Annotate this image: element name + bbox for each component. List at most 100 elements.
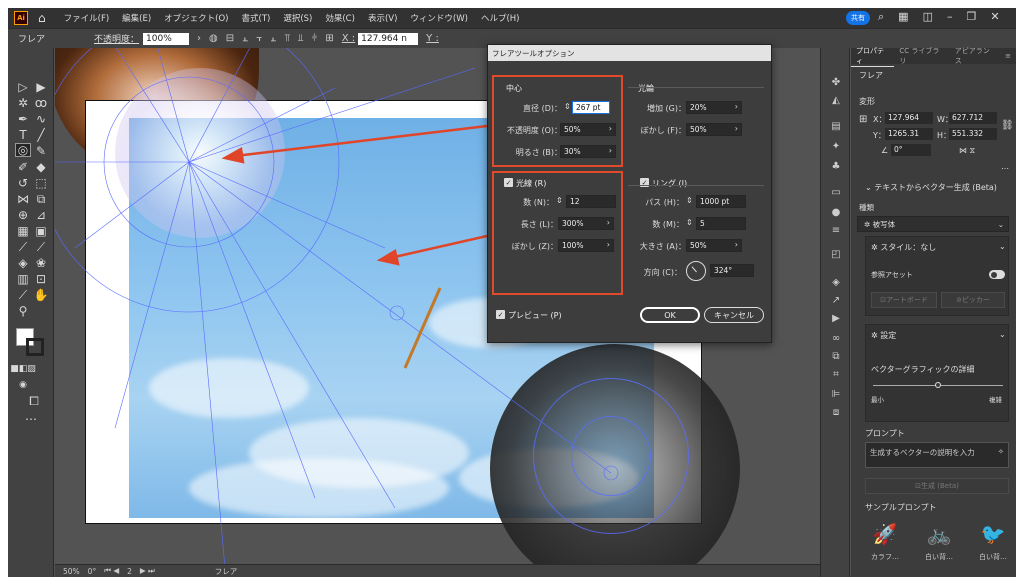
artboard-number[interactable]: 2 — [127, 567, 132, 576]
line-tool-icon[interactable]: ╱ — [33, 128, 49, 142]
close-icon[interactable]: ✕ — [990, 10, 999, 24]
gradient-tool-icon[interactable]: ▣ — [33, 224, 49, 238]
align-center-icon[interactable]: ⫟ — [256, 33, 262, 44]
pen-tool-icon[interactable]: ✒ — [15, 112, 31, 126]
sample-bird[interactable]: 🐦 白い背… — [973, 520, 1013, 562]
transparency-panel-icon[interactable]: ≡ — [830, 224, 842, 236]
direct-selection-tool-icon[interactable]: ▶ — [33, 80, 49, 94]
tab-appearance[interactable]: アピアランス — [950, 46, 1000, 66]
menu-file[interactable]: ファイル(F) — [64, 12, 110, 24]
search-icon[interactable]: ⌕ — [878, 10, 884, 24]
picker-button[interactable]: ⊘ ピッカー — [941, 292, 1005, 308]
sample-bicycle[interactable]: 🚲 白い背… — [919, 520, 959, 562]
artboard-button[interactable]: ⊡ アートボード — [871, 292, 937, 308]
sample-rocket[interactable]: 🚀 カラフ… — [865, 520, 905, 562]
align-right-icon[interactable]: ⫠ — [270, 33, 276, 44]
menu-object[interactable]: オブジェクト(O) — [164, 12, 228, 24]
brightness-field[interactable]: 30% › — [560, 145, 616, 158]
reference-asset-toggle[interactable] — [989, 270, 1005, 279]
center-opacity-field[interactable]: 50% › — [560, 123, 616, 136]
artboards-panel-icon[interactable]: ⧉ — [830, 350, 842, 362]
largest-field[interactable]: 50% › — [686, 239, 742, 252]
pathfinder-panel-icon[interactable]: ⌗ — [830, 368, 842, 380]
menu-edit[interactable]: 編集(E) — [122, 12, 151, 24]
growth-field[interactable]: 20% › — [686, 101, 742, 114]
measure-tool-icon[interactable]: ⟋ — [33, 240, 49, 254]
draw-mode-icon[interactable]: ◉ — [15, 378, 31, 392]
align-top-icon[interactable]: ⫪ — [284, 33, 290, 44]
rings-number-field[interactable]: 5 — [696, 217, 746, 230]
swatches-panel-icon[interactable]: ▤ — [830, 120, 842, 132]
arrange-icon[interactable]: ◫ — [923, 10, 933, 24]
x-field[interactable]: 127.964 — [885, 112, 933, 124]
width-tool-icon[interactable]: ⋈ — [15, 192, 31, 206]
halo-fuzziness-field[interactable]: 50% › — [686, 123, 742, 136]
color-mode-icon[interactable]: ■◧▨ — [10, 362, 36, 376]
longest-field[interactable]: 300% › — [558, 217, 614, 230]
stroke-swatch[interactable] — [26, 338, 44, 356]
chevron-down-icon[interactable]: ⌄ — [999, 330, 1006, 339]
y-label[interactable]: Y : — [426, 33, 439, 44]
blend-tool-icon[interactable]: ◈ — [15, 256, 31, 270]
flare-tool-icon[interactable]: ◎ — [15, 143, 31, 157]
path-field[interactable]: 1000 pt — [696, 195, 746, 208]
rings-number-stepper[interactable]: ⇕ — [686, 218, 693, 227]
paintbrush-tool-icon[interactable]: ✎ — [33, 144, 49, 158]
align-panel-icon[interactable]: ⊫ — [830, 388, 842, 400]
minimize-icon[interactable]: – — [947, 10, 953, 24]
diameter-stepper[interactable]: ⇕ — [564, 102, 571, 111]
artboard-tool-icon[interactable]: ⊡ — [33, 272, 49, 286]
direction-dial[interactable] — [686, 261, 706, 281]
restore-icon[interactable]: ❐ — [966, 10, 976, 24]
y-field[interactable]: 1265.31 — [885, 128, 933, 140]
appearance-panel-icon[interactable]: ◰ — [830, 248, 842, 260]
share-button[interactable]: 共有 — [846, 11, 870, 25]
cancel-button[interactable]: キャンセル — [704, 307, 764, 323]
panel-menu-icon[interactable]: ≡ — [1000, 52, 1016, 60]
prompt-input[interactable]: 生成するベクターの説明を入力 ✧ — [865, 442, 1009, 468]
shape-builder-tool-icon[interactable]: ⊕ — [15, 208, 31, 222]
rays-number-stepper[interactable]: ⇕ — [556, 196, 563, 205]
zoom-tool-icon[interactable]: ⚲ — [15, 304, 31, 318]
links-panel-icon[interactable]: ∞ — [830, 332, 842, 344]
scale-tool-icon[interactable]: ⬚ — [33, 176, 49, 190]
x-label[interactable]: X : — [342, 33, 355, 44]
transform-panel-icon[interactable]: ⧈ — [830, 406, 842, 418]
ok-button[interactable]: OK — [640, 307, 700, 323]
link-icon[interactable]: ⛓ — [1001, 120, 1014, 131]
menu-select[interactable]: 選択(S) — [283, 12, 312, 24]
x-field[interactable]: 127.964 n — [358, 32, 419, 45]
flip-icon[interactable]: ⋈ ⧖ — [959, 146, 975, 156]
magic-wand-icon[interactable]: ✲ — [15, 96, 31, 110]
suggest-icon[interactable]: ✧ — [998, 447, 1004, 456]
type-dropdown[interactable]: ✲ 被写体 ⌄ — [857, 216, 1009, 232]
menu-view[interactable]: 表示(V) — [368, 12, 397, 24]
diameter-field[interactable]: 267 pt — [572, 101, 610, 114]
align-bottom-icon[interactable]: ⫩ — [312, 33, 318, 44]
menu-help[interactable]: ヘルプ(H) — [481, 12, 520, 24]
export-panel-icon[interactable]: ↗ — [830, 294, 842, 306]
more-tools-icon[interactable]: ⋯ — [23, 412, 39, 426]
type-tool-icon[interactable]: T — [15, 128, 31, 142]
artboard-nav-icon[interactable]: ⏮ ◀ — [104, 566, 119, 576]
opacity-label[interactable]: 不透明度： — [94, 32, 139, 45]
slice-tool-icon[interactable]: ⟋ — [15, 288, 31, 302]
brushes-panel-icon[interactable]: ✦ — [830, 140, 842, 152]
w-field[interactable]: 627.712 — [949, 112, 997, 124]
text-to-vector-title[interactable]: ⌄ テキストからベクター生成 (Beta) — [865, 182, 997, 193]
screen-mode-icon[interactable]: ⧠ — [26, 394, 42, 408]
opacity-field[interactable]: 100% — [143, 32, 190, 45]
direction-field[interactable]: 324° — [710, 264, 754, 277]
menu-window[interactable]: ウィンドウ(W) — [410, 12, 468, 24]
rotate-tool-icon[interactable]: ↺ — [15, 176, 31, 190]
align-icon[interactable]: ⊟ — [226, 33, 234, 44]
chevron-right-icon[interactable]: › — [197, 33, 201, 44]
curvature-tool-icon[interactable]: ∿ — [33, 112, 49, 126]
zoom-field[interactable]: 50% — [63, 567, 80, 576]
settings-title[interactable]: ✲ 設定 — [871, 330, 896, 341]
gradient-panel-icon[interactable]: ● — [830, 206, 842, 218]
angle-field[interactable]: 0° — [891, 144, 931, 156]
graph-tool-icon[interactable]: ▥ — [15, 272, 31, 286]
more-options-icon[interactable]: ⋯ — [1001, 164, 1009, 173]
symbol-sprayer-tool-icon[interactable]: ❀ — [33, 256, 49, 270]
